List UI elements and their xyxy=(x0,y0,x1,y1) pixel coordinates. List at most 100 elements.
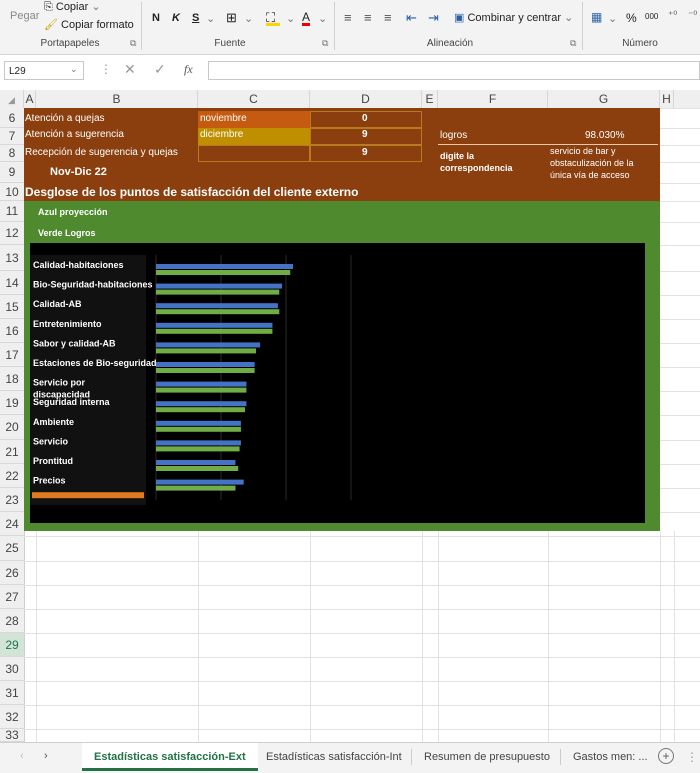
gridline xyxy=(36,531,37,742)
bar-chart[interactable]: Calidad-habitaciones Bio-Seguridad-habita… xyxy=(30,243,645,523)
row-header[interactable]: 14 xyxy=(0,271,24,295)
row-header[interactable]: 28 xyxy=(0,609,24,633)
column-header[interactable]: D xyxy=(310,90,422,108)
column-header[interactable]: H xyxy=(660,90,674,108)
chevron-down-icon[interactable]: ⌄ xyxy=(286,12,295,25)
sheet-tab[interactable]: Resumen de presupuesto xyxy=(412,743,562,771)
percent-button[interactable]: % xyxy=(626,11,637,25)
gridline xyxy=(660,183,700,184)
column-header[interactable]: C xyxy=(198,90,310,108)
gridline xyxy=(660,295,700,296)
column-header[interactable]: A xyxy=(24,90,36,108)
row-header[interactable]: 6 xyxy=(0,108,24,128)
increase-decimal-icon[interactable]: ⁺⁰ xyxy=(668,10,677,21)
row-header[interactable]: 7 xyxy=(0,128,24,145)
font-color-button[interactable]: A xyxy=(302,11,311,26)
decrease-decimal-icon[interactable]: ⁻⁰ xyxy=(688,10,697,21)
category-label: Calidad-habitaciones xyxy=(33,260,124,270)
chevron-down-icon[interactable]: ⌄ xyxy=(70,64,78,75)
paste-button[interactable]: Pegar xyxy=(10,10,39,22)
row-header[interactable]: 29 xyxy=(0,633,24,657)
row-header[interactable]: 8 xyxy=(0,145,24,162)
increase-indent-icon[interactable]: ⇥ xyxy=(428,10,439,26)
sheet-tabs-bar: ‹ › Estadísticas satisfacción-Ext Estadí… xyxy=(0,742,700,773)
category-label: Precios xyxy=(33,476,66,486)
row-header[interactable]: 16 xyxy=(0,319,24,343)
column-header[interactable]: E xyxy=(422,90,438,108)
select-all-corner[interactable]: ◢ xyxy=(0,90,24,108)
insert-function-button[interactable]: fx xyxy=(184,62,193,77)
column-header[interactable]: B xyxy=(36,90,198,108)
month-november: noviembre xyxy=(200,113,247,124)
sheet-tab[interactable]: Gastos men: ... xyxy=(561,743,660,771)
chevron-down-icon[interactable]: ⌄ xyxy=(318,12,327,25)
column-header[interactable]: F xyxy=(438,90,548,108)
row-header[interactable]: 23 xyxy=(0,488,24,512)
row-header[interactable]: 13 xyxy=(0,245,24,271)
dialog-launcher-icon[interactable]: ⧉ xyxy=(130,38,136,49)
align-left-icon[interactable]: ≡ xyxy=(344,10,352,25)
cancel-icon[interactable]: ✕ xyxy=(124,61,136,78)
prev-sheet-icon[interactable]: ‹ xyxy=(20,750,24,762)
thousands-button[interactable]: 000 xyxy=(645,12,658,21)
align-right-icon[interactable]: ≡ xyxy=(384,10,392,25)
row-header[interactable]: 26 xyxy=(0,561,24,585)
underline-button[interactable]: S xyxy=(192,12,199,24)
bar-series-1 xyxy=(156,362,255,367)
category-label: Seguridad interna xyxy=(33,397,111,407)
dialog-launcher-icon[interactable]: ⧉ xyxy=(570,38,576,49)
cell-c8[interactable] xyxy=(198,145,310,162)
row-header[interactable]: 17 xyxy=(0,343,24,367)
bar-series-1 xyxy=(156,401,247,407)
enter-icon[interactable]: ✓ xyxy=(154,61,166,78)
category-label: Estaciones de Bio-seguridad xyxy=(33,358,157,368)
add-sheet-icon[interactable]: + xyxy=(658,748,674,764)
chevron-down-icon[interactable]: ⌄ xyxy=(244,12,253,25)
fill-color-icon[interactable]: ⛶ xyxy=(266,10,280,26)
value-d8: 9 xyxy=(362,147,368,158)
italic-button[interactable]: K xyxy=(172,12,180,24)
copy-format-button[interactable]: 🖌 Copiar formato xyxy=(44,18,134,31)
row-header[interactable]: 22 xyxy=(0,464,24,488)
chevron-down-icon[interactable]: ⌄ xyxy=(206,12,215,25)
decrease-indent-icon[interactable]: ⇤ xyxy=(406,10,417,26)
row-header[interactable]: 11 xyxy=(0,201,24,222)
row-header[interactable]: 27 xyxy=(0,585,24,609)
bar-series-2 xyxy=(156,368,255,373)
chevron-down-icon[interactable]: ⌄ xyxy=(608,12,617,25)
gridline xyxy=(660,162,700,163)
row-header[interactable]: 15 xyxy=(0,295,24,319)
bold-button[interactable]: N xyxy=(152,12,160,24)
gridline xyxy=(660,319,700,320)
row-header[interactable]: 33 xyxy=(0,729,24,742)
borders-icon[interactable]: ⊞ xyxy=(226,10,237,26)
row-header[interactable]: 31 xyxy=(0,681,24,705)
row-header[interactable]: 20 xyxy=(0,415,24,440)
gridline xyxy=(24,609,700,610)
gridline xyxy=(660,145,700,146)
row-header[interactable]: 32 xyxy=(0,705,24,729)
row-header[interactable]: 24 xyxy=(0,512,24,536)
formula-input[interactable] xyxy=(208,61,700,80)
align-center-icon[interactable]: ≡ xyxy=(364,10,372,25)
merge-center-button[interactable]: ▣ Combinar y centrar ⌄ xyxy=(454,11,573,24)
row-header[interactable]: 12 xyxy=(0,222,24,245)
copy-button[interactable]: ⎘ Copiar ⌄ xyxy=(44,0,101,14)
dialog-launcher-icon[interactable]: ⧉ xyxy=(322,38,328,49)
row-header[interactable]: 9 xyxy=(0,162,24,183)
accounting-format-icon[interactable]: ▦ xyxy=(591,10,602,24)
bar-series-1 xyxy=(156,303,278,309)
sheet-tab[interactable]: Estadísticas satisfacción-Int xyxy=(254,743,414,771)
row-header[interactable]: 25 xyxy=(0,536,24,561)
next-sheet-icon[interactable]: › xyxy=(44,750,48,762)
divider xyxy=(334,2,335,50)
row-header[interactable]: 21 xyxy=(0,440,24,464)
column-header[interactable]: G xyxy=(548,90,660,108)
value-d6: 0 xyxy=(362,113,368,124)
row-header[interactable]: 19 xyxy=(0,391,24,415)
row-header[interactable]: 30 xyxy=(0,657,24,681)
row-header[interactable]: 10 xyxy=(0,183,24,201)
sheet-tab[interactable]: Estadísticas satisfacción-Ext xyxy=(82,743,258,771)
more-options-icon[interactable]: ⋮ xyxy=(686,750,698,764)
row-header[interactable]: 18 xyxy=(0,367,24,391)
